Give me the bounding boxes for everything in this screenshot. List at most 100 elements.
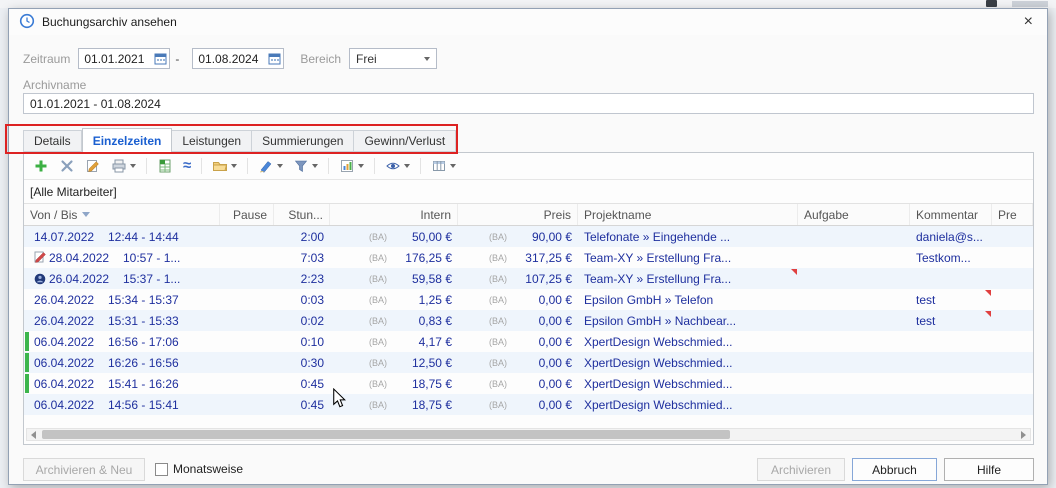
cell-projekt[interactable]: XpertDesign Webschmied...: [578, 394, 798, 415]
column-header-projektname[interactable]: Projektname: [578, 204, 798, 225]
table-row[interactable]: 06.04.2022 14:56 - 15:41 0:45 (BA)18,75 …: [24, 394, 1033, 415]
table-row[interactable]: 26.04.2022 15:31 - 15:33 0:02 (BA)0,83 €…: [24, 310, 1033, 331]
cell-kommentar[interactable]: [910, 352, 992, 373]
cell-aufgabe[interactable]: [798, 268, 910, 289]
cell-vonbis[interactable]: 26.04.2022 15:31 - 15:33: [24, 310, 220, 331]
calendar-icon[interactable]: [268, 52, 281, 68]
table-row[interactable]: 26.04.2022 15:37 - 1... 2:23 (BA)59,58 €…: [24, 268, 1033, 289]
monatsweise-checkbox[interactable]: [155, 463, 168, 476]
eye-icon[interactable]: [382, 156, 413, 176]
folder-icon[interactable]: [209, 156, 240, 176]
cell-aufgabe[interactable]: [798, 289, 910, 310]
cell-projekt[interactable]: Team-XY » Erstellung Fra...: [578, 247, 798, 268]
cell-vonbis[interactable]: 26.04.2022 15:34 - 15:37: [24, 289, 220, 310]
cell-vonbis[interactable]: 06.04.2022 16:26 - 16:56: [24, 352, 220, 373]
cell-stunden[interactable]: 2:00: [274, 226, 330, 247]
cell-preis[interactable]: (BA)107,25 €: [458, 268, 578, 289]
table-columns-icon[interactable]: [428, 156, 459, 176]
cell-pre[interactable]: [992, 247, 1033, 268]
tab-summierungen[interactable]: Summierungen: [252, 130, 354, 152]
cell-vonbis[interactable]: 26.04.2022 15:37 - 1...: [24, 268, 220, 289]
cell-intern[interactable]: (BA)12,50 €: [330, 352, 458, 373]
cell-vonbis[interactable]: 14.07.2022 12:44 - 14:44: [24, 226, 220, 247]
cell-aufgabe[interactable]: [798, 352, 910, 373]
scroll-left-icon[interactable]: [27, 429, 40, 440]
column-header-pause[interactable]: Pause: [220, 204, 274, 225]
cell-stunden[interactable]: 0:45: [274, 373, 330, 394]
calendar-icon[interactable]: [154, 52, 167, 68]
cell-kommentar[interactable]: test: [910, 310, 992, 331]
cell-intern[interactable]: (BA)176,25 €: [330, 247, 458, 268]
cell-aufgabe[interactable]: [798, 373, 910, 394]
cell-pause[interactable]: [220, 289, 274, 310]
cell-stunden[interactable]: 0:45: [274, 394, 330, 415]
cell-vonbis[interactable]: 06.04.2022 14:56 - 15:41: [24, 394, 220, 415]
cell-pre[interactable]: [992, 394, 1033, 415]
cell-projekt[interactable]: Telefonate » Eingehende ...: [578, 226, 798, 247]
cell-pre[interactable]: [992, 373, 1033, 394]
cell-pause[interactable]: [220, 331, 274, 352]
highlighter-icon[interactable]: [255, 156, 286, 176]
hilfe-button[interactable]: Hilfe: [944, 458, 1034, 481]
cell-stunden[interactable]: 0:03: [274, 289, 330, 310]
cell-pause[interactable]: [220, 352, 274, 373]
cell-intern[interactable]: (BA)4,17 €: [330, 331, 458, 352]
table-row[interactable]: 28.04.2022 10:57 - 1... 7:03 (BA)176,25 …: [24, 247, 1033, 268]
column-header-preis[interactable]: Preis: [458, 204, 578, 225]
cell-stunden[interactable]: 7:03: [274, 247, 330, 268]
cell-kommentar[interactable]: Testkom...: [910, 247, 992, 268]
tab-gewinn-verlust[interactable]: Gewinn/Verlust: [354, 130, 456, 152]
cell-preis[interactable]: (BA)0,00 €: [458, 289, 578, 310]
cell-aufgabe[interactable]: [798, 331, 910, 352]
cell-vonbis[interactable]: 28.04.2022 10:57 - 1...: [24, 247, 220, 268]
scroll-right-icon[interactable]: [1017, 429, 1030, 440]
cell-preis[interactable]: (BA)0,00 €: [458, 331, 578, 352]
cell-aufgabe[interactable]: [798, 247, 910, 268]
cell-pre[interactable]: [992, 289, 1033, 310]
print-icon[interactable]: [108, 156, 139, 176]
tab-details[interactable]: Details: [23, 130, 82, 152]
cell-preis[interactable]: (BA)0,00 €: [458, 310, 578, 331]
delete-icon[interactable]: [56, 156, 78, 176]
cell-intern[interactable]: (BA)59,58 €: [330, 268, 458, 289]
column-header-von-bis[interactable]: Von / Bis: [24, 204, 220, 225]
cell-pre[interactable]: [992, 226, 1033, 247]
scrollbar-thumb[interactable]: [42, 430, 730, 439]
column-header-kommentar[interactable]: Kommentar: [910, 204, 992, 225]
cell-intern[interactable]: (BA)18,75 €: [330, 373, 458, 394]
close-icon[interactable]: ×: [1020, 14, 1037, 30]
table-row[interactable]: 14.07.2022 12:44 - 14:44 2:00 (BA)50,00 …: [24, 226, 1033, 247]
cell-kommentar[interactable]: [910, 331, 992, 352]
cell-stunden[interactable]: 2:23: [274, 268, 330, 289]
add-icon[interactable]: [30, 156, 52, 176]
cell-pause[interactable]: [220, 247, 274, 268]
cell-pause[interactable]: [220, 226, 274, 247]
cell-projekt[interactable]: Epsilon GmbH » Nachbear...: [578, 310, 798, 331]
table-row[interactable]: 06.04.2022 16:56 - 17:06 0:10 (BA)4,17 €…: [24, 331, 1033, 352]
monatsweise-checkbox-wrap[interactable]: Monatsweise: [155, 462, 243, 476]
cell-kommentar[interactable]: [910, 394, 992, 415]
archivname-input[interactable]: [23, 93, 1034, 114]
cell-stunden[interactable]: 0:02: [274, 310, 330, 331]
cell-vonbis[interactable]: 06.04.2022 16:56 - 17:06: [24, 331, 220, 352]
cell-intern[interactable]: (BA)0,83 €: [330, 310, 458, 331]
cell-pause[interactable]: [220, 310, 274, 331]
table-row[interactable]: 06.04.2022 15:41 - 16:26 0:45 (BA)18,75 …: [24, 373, 1033, 394]
cell-preis[interactable]: (BA)0,00 €: [458, 352, 578, 373]
cell-projekt[interactable]: Team-XY » Erstellung Fra...: [578, 268, 798, 289]
cell-pre[interactable]: [992, 310, 1033, 331]
column-header-aufgabe[interactable]: Aufgabe: [798, 204, 910, 225]
filter-icon[interactable]: [290, 156, 321, 176]
cell-preis[interactable]: (BA)317,25 €: [458, 247, 578, 268]
cell-vonbis[interactable]: 06.04.2022 15:41 - 16:26: [24, 373, 220, 394]
cell-kommentar[interactable]: test: [910, 289, 992, 310]
abbruch-button[interactable]: Abbruch: [852, 458, 937, 481]
column-header-stunden[interactable]: Stun...: [274, 204, 330, 225]
column-header-pre[interactable]: Pre: [992, 204, 1033, 225]
archivieren-button[interactable]: Archivieren: [757, 458, 845, 481]
cell-preis[interactable]: (BA)90,00 €: [458, 226, 578, 247]
chart-icon[interactable]: [336, 156, 367, 176]
tab-leistungen[interactable]: Leistungen: [172, 130, 252, 152]
cell-pre[interactable]: [992, 268, 1033, 289]
approximate-icon[interactable]: ≈: [180, 156, 194, 176]
